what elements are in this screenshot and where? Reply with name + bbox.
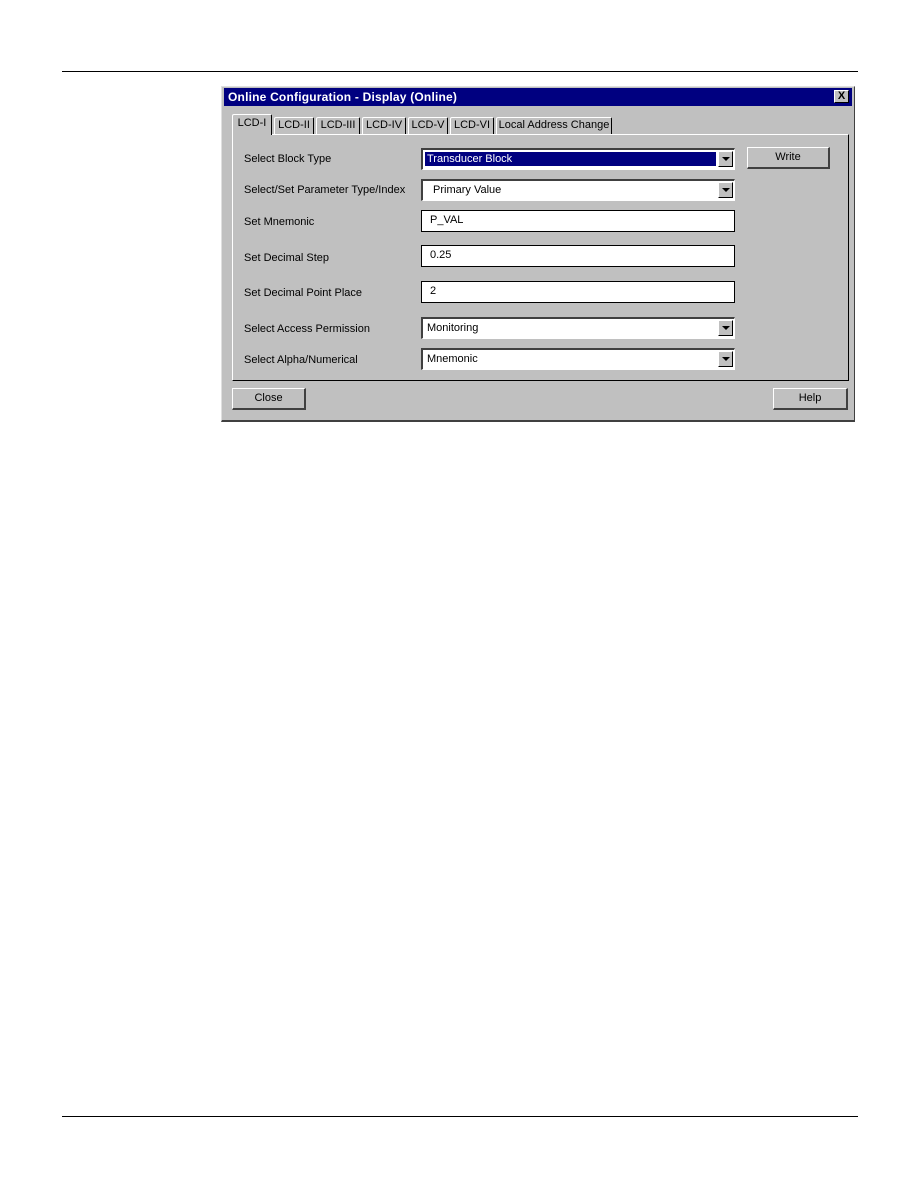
parameter-label: Select/Set Parameter Type/Index — [244, 184, 406, 196]
mnemonic-input[interactable]: P_VAL — [421, 210, 735, 232]
tab-local-address-change[interactable]: Local Address Change — [496, 117, 612, 134]
page-bottom-rule — [62, 1116, 858, 1117]
block-type-select[interactable]: Transducer Block — [421, 148, 735, 170]
chevron-down-icon[interactable] — [718, 182, 733, 198]
page-top-rule — [62, 71, 858, 72]
tab-lcd-iv[interactable]: LCD-IV — [362, 117, 406, 134]
parameter-value: Primary Value — [433, 184, 502, 196]
decimal-step-label: Set Decimal Step — [244, 252, 329, 264]
decimal-point-input[interactable]: 2 — [421, 281, 735, 303]
block-type-label: Select Block Type — [244, 153, 332, 165]
chevron-down-icon[interactable] — [718, 151, 733, 167]
close-icon[interactable]: X — [834, 90, 849, 103]
access-permission-select[interactable]: Monitoring — [421, 317, 735, 339]
close-button[interactable]: Close — [232, 388, 306, 410]
chevron-down-icon[interactable] — [718, 351, 733, 367]
online-configuration-dialog: Online Configuration - Display (Online) … — [221, 86, 855, 422]
help-button[interactable]: Help — [773, 388, 848, 410]
title-bar: Online Configuration - Display (Online) … — [224, 88, 852, 106]
access-permission-label: Select Access Permission — [244, 323, 370, 335]
chevron-down-icon[interactable] — [718, 320, 733, 336]
alpha-numerical-select[interactable]: Mnemonic — [421, 348, 735, 370]
alpha-numerical-label: Select Alpha/Numerical — [244, 354, 358, 366]
tab-lcd-v[interactable]: LCD-V — [408, 117, 448, 134]
decimal-point-label: Set Decimal Point Place — [244, 287, 362, 299]
dialog-title: Online Configuration - Display (Online) — [228, 90, 458, 104]
alpha-numerical-value: Mnemonic — [427, 353, 478, 365]
block-type-value: Transducer Block — [424, 151, 717, 167]
tab-lcd-vi[interactable]: LCD-VI — [450, 117, 494, 134]
lcd-i-panel: Select Block Type Transducer Block Selec… — [232, 134, 849, 381]
tab-lcd-iii[interactable]: LCD-III — [316, 117, 360, 134]
tab-lcd-i[interactable]: LCD-I — [232, 114, 272, 135]
tab-lcd-ii[interactable]: LCD-II — [274, 117, 314, 134]
parameter-select[interactable]: Primary Value — [421, 179, 735, 201]
write-button[interactable]: Write — [747, 147, 830, 169]
decimal-step-input[interactable]: 0.25 — [421, 245, 735, 267]
mnemonic-label: Set Mnemonic — [244, 216, 315, 228]
access-permission-value: Monitoring — [427, 322, 479, 334]
